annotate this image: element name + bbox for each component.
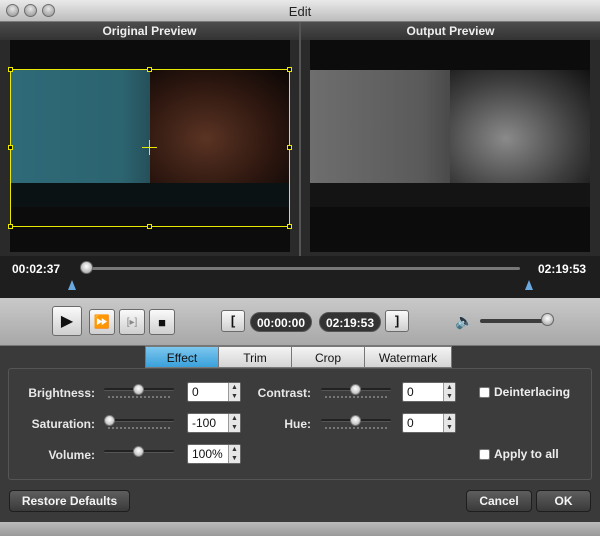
volume-slider-thumb[interactable] — [541, 313, 554, 326]
timeline: 00:02:37 02:19:53 — [0, 256, 600, 298]
cancel-button[interactable]: Cancel — [466, 490, 532, 512]
saturation-label: Saturation: — [31, 417, 95, 431]
contrast-stepper[interactable]: ▲ ▼ — [443, 383, 455, 401]
title-bar: Edit — [0, 0, 600, 22]
brightness-field[interactable]: 0 ▲ ▼ — [187, 382, 241, 402]
start-marker-icon[interactable] — [68, 280, 76, 290]
contrast-value: 0 — [407, 385, 414, 399]
fast-forward-icon: ⏩ — [93, 314, 111, 329]
speaker-icon: 🔈 — [455, 313, 474, 330]
volume-effect-slider[interactable] — [104, 446, 174, 464]
frame-step-button[interactable]: [▸] — [119, 309, 145, 335]
stop-button[interactable]: ■ — [149, 309, 175, 335]
volume-field[interactable]: 100% ▲ ▼ — [187, 444, 241, 464]
end-marker-icon[interactable] — [525, 280, 533, 290]
tab-effect[interactable]: Effect — [145, 346, 219, 368]
volume-slider[interactable] — [480, 319, 550, 323]
deinterlacing-label: Deinterlacing — [494, 385, 571, 399]
volume-stepper[interactable]: ▲ ▼ — [228, 445, 240, 463]
tab-trim[interactable]: Trim — [219, 346, 292, 368]
hue-stepper[interactable]: ▲ ▼ — [443, 414, 455, 432]
hue-label: Hue: — [284, 417, 311, 431]
frame-step-icon: [▸] — [126, 316, 138, 328]
crop-center-crosshair-icon — [142, 140, 157, 155]
current-time: 00:02:37 — [12, 262, 61, 276]
restore-defaults-button[interactable]: Restore Defaults — [9, 490, 130, 512]
playback-controls: ▶ ⏩ [▸] ■ [ 00:00:00 02:19:53 ] 🔈 — [0, 298, 600, 346]
crop-handle-l[interactable] — [8, 145, 13, 150]
contrast-field[interactable]: 0 ▲ ▼ — [402, 382, 456, 402]
set-start-button[interactable]: [ — [221, 310, 245, 332]
crop-handle-tl[interactable] — [8, 67, 13, 72]
deinterlacing-checkbox[interactable]: Deinterlacing — [479, 385, 570, 399]
start-time-field[interactable]: 00:00:00 — [250, 312, 312, 332]
ok-button[interactable]: OK — [536, 490, 591, 512]
contrast-slider[interactable] — [321, 384, 391, 402]
saturation-field[interactable]: -100 ▲ ▼ — [187, 413, 241, 433]
crop-handle-t[interactable] — [147, 67, 152, 72]
tab-bar: Effect Trim Crop Watermark — [145, 346, 452, 368]
playhead-knob[interactable] — [80, 261, 93, 274]
apply-to-all-label: Apply to all — [494, 447, 559, 461]
window-title: Edit — [288, 4, 312, 19]
volume-value: 100% — [192, 447, 223, 461]
end-time-field[interactable]: 02:19:53 — [319, 312, 381, 332]
window-bottom-bar — [0, 522, 600, 536]
hue-field[interactable]: 0 ▲ ▼ — [402, 413, 456, 433]
output-video-frame — [310, 70, 590, 207]
crop-handle-tr[interactable] — [287, 67, 292, 72]
saturation-slider[interactable] — [104, 415, 174, 433]
set-end-button[interactable]: ] — [385, 310, 409, 332]
crop-handle-b[interactable] — [147, 224, 152, 229]
apply-to-all-box[interactable] — [479, 448, 490, 460]
output-preview-label: Output Preview — [301, 22, 600, 40]
hue-value: 0 — [407, 416, 414, 430]
brightness-slider[interactable] — [104, 384, 174, 402]
tab-crop[interactable]: Crop — [292, 346, 365, 368]
brightness-value: 0 — [192, 385, 199, 399]
timeline-track[interactable] — [86, 267, 520, 270]
crop-handle-bl[interactable] — [8, 224, 13, 229]
play-icon: ▶ — [60, 313, 74, 330]
fast-forward-button[interactable]: ⏩ — [89, 309, 115, 335]
tab-watermark[interactable]: Watermark — [365, 346, 452, 368]
crop-handle-r[interactable] — [287, 145, 292, 150]
apply-to-all-checkbox[interactable]: Apply to all — [479, 447, 559, 461]
hue-slider[interactable] — [321, 415, 391, 433]
saturation-value: -100 — [192, 416, 217, 430]
volume-label: Volume: — [48, 448, 95, 462]
contrast-label: Contrast: — [257, 386, 311, 400]
play-button[interactable]: ▶ — [52, 306, 82, 336]
stop-icon: ■ — [158, 314, 166, 330]
total-time: 02:19:53 — [538, 262, 587, 276]
original-preview-label: Original Preview — [0, 22, 299, 40]
deinterlacing-box[interactable] — [479, 386, 490, 398]
crop-handle-br[interactable] — [287, 224, 292, 229]
brightness-label: Brightness: — [28, 386, 95, 400]
crop-frame[interactable] — [8, 67, 292, 229]
settings-section: Effect Trim Crop Watermark Brightness: 0… — [0, 346, 600, 536]
effect-panel: Brightness: 0 ▲ ▼ Saturation: -100 ▲ ▼ Vol… — [8, 368, 592, 480]
